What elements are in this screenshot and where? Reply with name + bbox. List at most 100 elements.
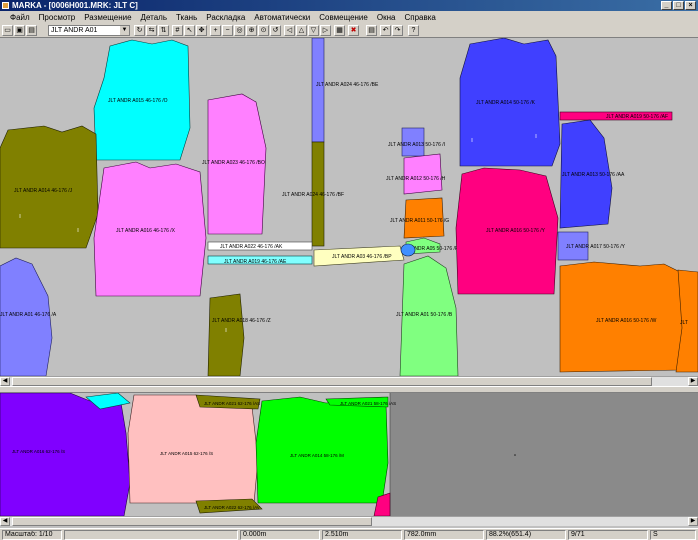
- status-scale: Масштаб: 1/10: [2, 530, 62, 540]
- move-icon[interactable]: ✥: [196, 25, 207, 36]
- zoom-in-icon[interactable]: +: [210, 25, 221, 36]
- save-icon[interactable]: ▣: [14, 25, 25, 36]
- piece-bottom-green: [255, 396, 389, 504]
- report-icon[interactable]: ▤: [366, 25, 377, 36]
- piece-a016-w: [559, 261, 689, 373]
- status-bar: Масштаб: 1/10 0.000m 2.510m 782.0mm 88.2…: [0, 528, 698, 540]
- menu-marker[interactable]: Раскладка: [206, 13, 245, 22]
- toolbar: ▭ ▣ ▤ JLT ANDR A01 ▼ ↻ ⇆ ⇅ # ↖ ✥ + − ◎ ⊕…: [0, 23, 698, 38]
- piece-a024-be: [311, 38, 325, 143]
- rotate-icon[interactable]: ↻: [134, 25, 145, 36]
- menu-placement[interactable]: Размещение: [84, 13, 131, 22]
- up-icon[interactable]: △: [296, 25, 307, 36]
- maximize-button[interactable]: □: [673, 1, 684, 10]
- open-icon[interactable]: ▭: [2, 25, 13, 36]
- undo-icon[interactable]: ↶: [380, 25, 391, 36]
- mirror-icon[interactable]: ⇅: [158, 25, 169, 36]
- piece-label: JLT ANDR A013 50-176 /I: [388, 142, 445, 148]
- menu-view[interactable]: Просмотр: [39, 13, 76, 22]
- title-bar: MARKA - [0006H001.MRK: JLT C] _ □ ×: [0, 0, 698, 11]
- zoom-window-icon[interactable]: ◎: [234, 25, 245, 36]
- piece-label: JLT ANDR A03 46-176 /BP: [332, 254, 392, 260]
- bottom-horizontal-scrollbar[interactable]: ◀ ▶: [0, 516, 698, 526]
- piece-bottom-purple: [0, 393, 131, 516]
- refresh-icon[interactable]: ↺: [270, 25, 281, 36]
- marker-canvas-bottom[interactable]: JLT ANDR A016 62-176 /S JLT ANDR A015 62…: [0, 393, 698, 516]
- status-empty: [64, 530, 238, 540]
- scroll-thumb[interactable]: [12, 377, 652, 386]
- piece-label: JLT ANDR A018 46-176 /Z: [212, 318, 271, 324]
- down-icon[interactable]: ▽: [308, 25, 319, 36]
- scroll-left-icon[interactable]: ◀: [0, 517, 10, 526]
- scroll-right-icon[interactable]: ▶: [688, 377, 698, 386]
- status-count: 9/71: [568, 530, 648, 540]
- piece-label: JLT ANDR A012 50-176 /H: [386, 176, 446, 182]
- scroll-left-icon[interactable]: ◀: [0, 377, 10, 386]
- menu-windows[interactable]: Окна: [377, 13, 396, 22]
- piece-label: JLT ANDR A022 62-176 /AV: [204, 505, 260, 510]
- status-efficiency: 88.2%(651.4): [486, 530, 566, 540]
- scroll-right-icon[interactable]: ▶: [688, 517, 698, 526]
- help-icon[interactable]: ?: [408, 25, 419, 36]
- piece-label: JLT ANDR A016 62-176 /S: [12, 449, 65, 454]
- fix-icon[interactable]: ✖: [348, 25, 359, 36]
- close-button[interactable]: ×: [685, 1, 696, 10]
- piece-label: JLT ANDR A01 46-176 /A: [0, 312, 57, 318]
- redo-icon[interactable]: ↷: [392, 25, 403, 36]
- piece-label: JLT ANDR A021 62-176 /AS: [204, 401, 260, 406]
- status-pos2: 2.510m: [322, 530, 402, 540]
- piece-label: JLT ANDR A015 62-176 /S: [160, 451, 213, 456]
- menu-matching[interactable]: Совмещение: [319, 13, 368, 22]
- grid-icon[interactable]: #: [172, 25, 183, 36]
- zoom-all-icon[interactable]: ⊕: [246, 25, 257, 36]
- piece-label: JLT ANDR A016 50-176 /Y: [486, 228, 546, 234]
- status-mode: S: [650, 530, 696, 540]
- tile-icon[interactable]: ▦: [334, 25, 345, 36]
- zoom-out-icon[interactable]: −: [222, 25, 233, 36]
- print-icon[interactable]: ▤: [26, 25, 37, 36]
- piece-label: JLT ANDR A016 46-176 /X: [116, 228, 176, 234]
- flip-icon[interactable]: ⇆: [146, 25, 157, 36]
- menu-bar: Файл Просмотр Размещение Деталь Ткань Ра…: [0, 11, 698, 23]
- piece-label: JLT ANDR A011 50-176 /G: [390, 218, 449, 224]
- piece-bottom-pink: [127, 394, 259, 504]
- top-horizontal-scrollbar[interactable]: ◀ ▶: [0, 376, 698, 386]
- piece-label: JLT ANDR A024 46-176 /BE: [316, 82, 379, 88]
- scroll-thumb[interactable]: [12, 517, 372, 526]
- menu-fabric[interactable]: Ткань: [176, 13, 197, 22]
- chevron-down-icon[interactable]: ▼: [120, 26, 129, 35]
- status-pos1: 0.000m: [240, 530, 320, 540]
- pane-divider[interactable]: [0, 386, 698, 393]
- piece-label: JLT ANDR A014 58-176 /M: [290, 453, 344, 458]
- marker-canvas-top[interactable]: JLT ANDR A015 46-176 /O JLT ANDR A023 46…: [0, 38, 698, 376]
- right-icon[interactable]: ▷: [320, 25, 331, 36]
- piece-label: JLT ANDR A023 46-176 /BO: [202, 160, 265, 166]
- menu-file[interactable]: Файл: [10, 13, 30, 22]
- minimize-button[interactable]: _: [661, 1, 672, 10]
- piece-a014-j: [0, 125, 99, 249]
- window-title: MARKA - [0006H001.MRK: JLT C]: [12, 1, 138, 10]
- zoom-fit-icon[interactable]: ⊙: [258, 25, 269, 36]
- piece-small-blue: [400, 243, 416, 257]
- piece-label: JLT ANDR A017 50-176 /Y: [566, 244, 626, 250]
- menu-auto[interactable]: Автоматически: [254, 13, 310, 22]
- piece-label: JLT ANDR A014 50-176 /K: [476, 100, 536, 106]
- piece-a012-h: [403, 153, 443, 195]
- piece-label: JLT ANDR A014 46-176 /J: [14, 188, 73, 194]
- app-icon: [2, 2, 9, 9]
- menu-help[interactable]: Справка: [404, 13, 435, 22]
- menu-piece[interactable]: Деталь: [141, 13, 167, 22]
- piece-label: JLT ANDR A019 50-176 /AF: [606, 114, 668, 120]
- piece-label: JLT ANDR A013 50-176 /AA: [562, 172, 625, 178]
- piece-label: JLT ANDR A019 46-176 /AE: [224, 259, 287, 265]
- piece-label: JLT ANDR A021 58-176 /AS: [340, 401, 396, 406]
- status-pos3: 782.0mm: [404, 530, 484, 540]
- piece-label: JLT ANDR A024 46-176 /BF: [282, 192, 344, 198]
- left-icon[interactable]: ◁: [284, 25, 295, 36]
- piece-label: JLT ANDR A022 46-176 /AK: [220, 244, 283, 250]
- piece-a018-z: [207, 293, 245, 376]
- piece-select[interactable]: JLT ANDR A01 ▼: [48, 25, 130, 36]
- arrow-icon[interactable]: ↖: [184, 25, 195, 36]
- piece-label: JLT ANDR A016 50-176 /W: [596, 318, 657, 324]
- piece-label: JLT: [680, 320, 688, 326]
